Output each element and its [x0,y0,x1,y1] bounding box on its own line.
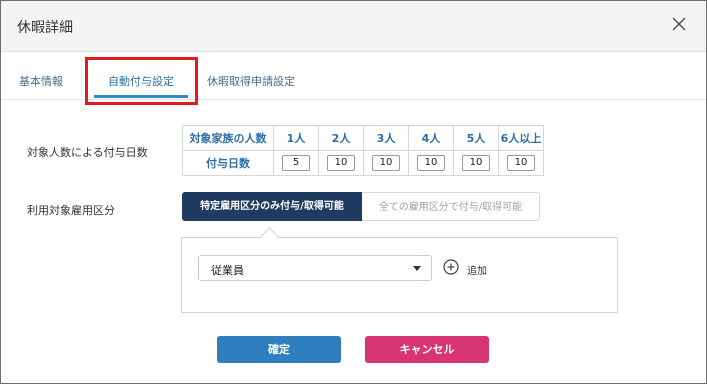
column-3: 3人 [363,125,409,151]
grant-days-input-3[interactable]: 10 [372,155,400,171]
dialog-header: 休暇詳細 [1,1,706,52]
table-row: 対象家族の人数 1人 2人 3人 4人 5人 6人以上 [182,125,544,151]
table-row: 付与日数 5 10 10 10 10 10 [182,150,544,176]
all-categories-option[interactable]: 全ての雇用区分で付与/取得可能 [362,192,540,221]
dialog: 休暇詳細 基本情報 自動付与設定 休暇取得申請設定 対象人数による付与日数 対象… [0,0,707,384]
family-count-header: 対象家族の人数 [182,125,274,151]
grant-days-input-4[interactable]: 10 [417,155,445,171]
grant-days-input-1[interactable]: 5 [282,155,310,171]
grant-days-cell: 10 [453,150,499,176]
column-5: 5人 [453,125,499,151]
grant-days-label: 対象人数による付与日数 [27,146,148,159]
employment-category-label: 利用対象雇用区分 [27,204,115,217]
grant-days-input-2[interactable]: 10 [327,155,355,171]
close-icon[interactable] [668,13,690,35]
tab-basic-info[interactable]: 基本情報 [19,73,63,89]
confirm-button[interactable]: 確定 [217,336,341,363]
grant-days-cell: 10 [363,150,409,176]
tab-leave-request[interactable]: 休暇取得申請設定 [207,73,295,89]
grant-days-table: 対象家族の人数 1人 2人 3人 4人 5人 6人以上 付与日数 5 10 10… [182,125,544,176]
grant-days-cell: 5 [273,150,319,176]
grant-days-input-6plus[interactable]: 10 [507,155,535,171]
grant-days-cell: 10 [498,150,544,176]
column-4: 4人 [408,125,454,151]
grant-days-cell: 10 [318,150,364,176]
column-6plus: 6人以上 [498,125,544,151]
grant-days-header: 付与日数 [182,150,274,176]
add-label: 追加 [467,266,487,277]
grant-days-input-5[interactable]: 10 [462,155,490,171]
specific-category-option[interactable]: 特定雇用区分のみ付与/取得可能 [182,192,362,221]
add-button[interactable]: 追加 [443,259,503,279]
select-value: 従業員 [211,264,244,277]
chevron-down-icon [413,266,421,271]
cancel-button[interactable]: キャンセル [365,336,489,363]
highlight-box [85,57,198,105]
column-1: 1人 [273,125,319,151]
dialog-title: 休暇詳細 [17,20,73,36]
employment-category-select[interactable]: 従業員 [198,255,432,281]
column-2: 2人 [318,125,364,151]
grant-days-cell: 10 [408,150,454,176]
plus-circle-icon [443,259,459,275]
